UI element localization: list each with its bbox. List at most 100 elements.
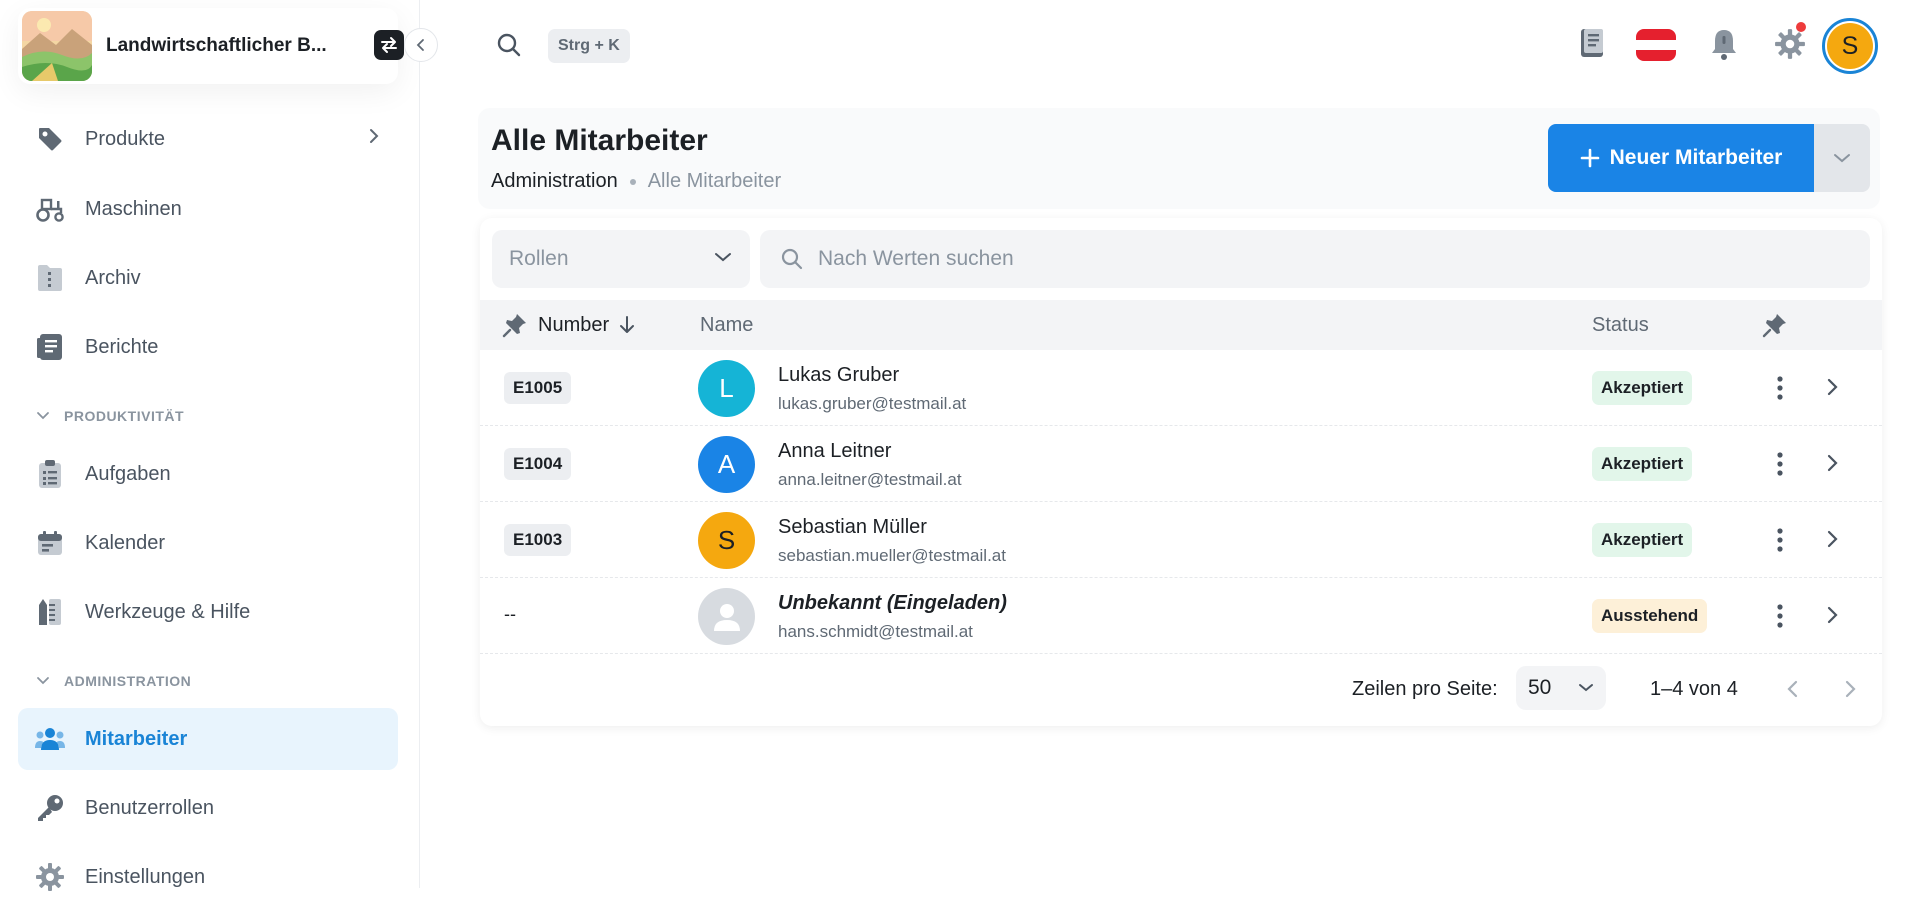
gear-icon[interactable] xyxy=(1774,28,1806,60)
sidebar-item-aufgaben[interactable]: Aufgaben xyxy=(18,443,398,505)
column-status-header[interactable]: Status xyxy=(1592,300,1649,350)
sidebar-item-label: Einstellungen xyxy=(85,865,206,888)
table-pagination: Zeilen pro Seite: 50 1–4 von 4 xyxy=(480,658,1882,718)
employee-number: E1004 xyxy=(504,448,572,480)
employee-name: Lukas Gruber xyxy=(778,364,900,386)
new-employee-dropdown-button[interactable] xyxy=(1814,124,1870,192)
chevron-right-icon[interactable] xyxy=(1825,604,1839,626)
employee-name: Unbekannt (Eingeladen) xyxy=(778,592,1007,614)
breadcrumb-link-administration[interactable]: Administration xyxy=(491,170,618,193)
chevron-down-icon xyxy=(1578,682,1594,693)
sidebar-item-kalender[interactable]: Kalender xyxy=(18,512,398,574)
arrow-down-icon[interactable] xyxy=(619,315,635,335)
avatar: S xyxy=(698,512,755,569)
sidebar-item-label: Kalender xyxy=(85,531,166,554)
employee-number: E1003 xyxy=(504,524,572,556)
archive-icon xyxy=(34,262,66,294)
column-name-header[interactable]: Name xyxy=(700,300,753,350)
sidebar-item-label: Berichte xyxy=(85,335,159,358)
sidebar-item-label: Werkzeuge & Hilfe xyxy=(85,600,251,623)
employee-email: sebastian.mueller@testmail.at xyxy=(778,546,1006,565)
bell-icon[interactable] xyxy=(1710,28,1738,60)
sidebar-item-benutzerrollen[interactable]: Benutzerrollen xyxy=(18,777,398,839)
previous-page-icon[interactable] xyxy=(1786,678,1800,700)
status-badge: Akzeptiert xyxy=(1592,523,1693,557)
sidebar-item-label: Produkte xyxy=(85,127,166,150)
column-number-label: Number xyxy=(538,313,610,336)
section-produktivitaet[interactable]: PRODUKTIVITÄT xyxy=(36,408,184,424)
table-row[interactable]: E1005 L Lukas Gruber lukas.gruber@testma… xyxy=(480,350,1882,426)
table-row[interactable]: E1004 A Anna Leitner anna.leitner@testma… xyxy=(480,426,1882,502)
employees-table-card: Rollen Number Name Status E1005 L Luka xyxy=(480,218,1882,726)
more-actions-icon[interactable] xyxy=(1770,374,1790,402)
pagination-range: 1–4 von 4 xyxy=(1650,678,1738,700)
employee-name: Sebastian Müller xyxy=(778,516,927,538)
table-row[interactable]: -- Unbekannt (Eingeladen) hans.schmidt@t… xyxy=(480,578,1882,654)
chevron-down-icon xyxy=(1833,152,1851,164)
chevron-right-icon[interactable] xyxy=(1825,528,1839,550)
search-input[interactable] xyxy=(818,247,1718,271)
tag-icon xyxy=(34,123,66,155)
roles-filter-select[interactable]: Rollen xyxy=(492,230,750,288)
more-actions-icon[interactable] xyxy=(1770,450,1790,478)
sidebar-item-label: Archiv xyxy=(85,266,141,289)
employee-email: hans.schmidt@testmail.at xyxy=(778,622,973,641)
table-header: Number Name Status xyxy=(480,300,1882,350)
sidebar: Landwirtschaftlicher B... Produkte Masch… xyxy=(0,0,438,891)
sidebar-item-label: Mitarbeiter xyxy=(85,727,188,750)
calendar-icon xyxy=(34,527,66,559)
gear-icon xyxy=(34,861,66,893)
section-administration[interactable]: ADMINISTRATION xyxy=(36,673,191,689)
pin-icon[interactable] xyxy=(502,312,528,338)
sidebar-item-mitarbeiter[interactable]: Mitarbeiter xyxy=(18,708,398,770)
notification-dot xyxy=(1796,22,1806,32)
search-icon xyxy=(780,247,804,271)
page-title: Alle Mitarbeiter xyxy=(491,124,708,157)
more-actions-icon[interactable] xyxy=(1770,602,1790,630)
search-icon[interactable] xyxy=(495,31,523,59)
new-employee-button[interactable]: Neuer Mitarbeiter xyxy=(1548,124,1814,192)
pin-columns-icon[interactable] xyxy=(1762,300,1788,350)
breadcrumb: Administration Alle Mitarbeiter xyxy=(491,170,781,193)
chevron-right-icon xyxy=(366,128,380,144)
switch-workspace-icon[interactable] xyxy=(374,30,404,60)
more-actions-icon[interactable] xyxy=(1770,526,1790,554)
sidebar-item-produkte[interactable]: Produkte xyxy=(18,108,398,170)
workspace-switcher[interactable]: Landwirtschaftlicher B... xyxy=(18,8,404,84)
breadcrumb-current: Alle Mitarbeiter xyxy=(647,170,782,192)
chevron-down-icon xyxy=(714,251,732,263)
column-number-header[interactable]: Number xyxy=(502,300,635,350)
tools-icon xyxy=(34,596,66,628)
sidebar-item-einstellungen[interactable]: Einstellungen xyxy=(18,846,398,908)
users-icon xyxy=(34,723,66,755)
table-search[interactable] xyxy=(760,230,1870,288)
collapse-sidebar-button[interactable] xyxy=(404,28,438,62)
status-badge: Akzeptiert xyxy=(1592,371,1693,405)
sidebar-item-werkzeuge[interactable]: Werkzeuge & Hilfe xyxy=(18,581,398,643)
rows-per-page-select[interactable]: 50 xyxy=(1516,666,1606,710)
status-badge: Akzeptiert xyxy=(1592,447,1693,481)
avatar xyxy=(698,588,755,645)
user-placeholder-icon xyxy=(710,600,744,634)
chevron-right-icon[interactable] xyxy=(1825,376,1839,398)
employee-number: E1005 xyxy=(504,372,572,404)
austria-flag-icon[interactable] xyxy=(1636,29,1676,61)
sidebar-item-label: Aufgaben xyxy=(85,462,171,485)
chevron-right-icon[interactable] xyxy=(1825,452,1839,474)
table-row[interactable]: E1003 S Sebastian Müller sebastian.muell… xyxy=(480,502,1882,578)
employee-name: Anna Leitner xyxy=(778,440,892,462)
rows-per-page-value: 50 xyxy=(1528,676,1552,699)
documentation-icon[interactable] xyxy=(1579,28,1605,60)
shortcut-hint[interactable]: Strg + K xyxy=(548,29,630,63)
next-page-icon[interactable] xyxy=(1843,678,1857,700)
sidebar-item-berichte[interactable]: Berichte xyxy=(18,316,398,378)
rows-per-page-label: Zeilen pro Seite: xyxy=(1352,678,1498,700)
key-icon xyxy=(34,792,66,824)
tractor-icon xyxy=(34,193,66,225)
status-badge: Ausstehend xyxy=(1592,599,1708,633)
user-avatar[interactable]: S xyxy=(1822,18,1878,74)
breadcrumb-separator xyxy=(629,178,636,185)
sidebar-item-archiv[interactable]: Archiv xyxy=(18,247,398,309)
employee-email: anna.leitner@testmail.at xyxy=(778,470,962,489)
sidebar-item-maschinen[interactable]: Maschinen xyxy=(18,178,398,240)
